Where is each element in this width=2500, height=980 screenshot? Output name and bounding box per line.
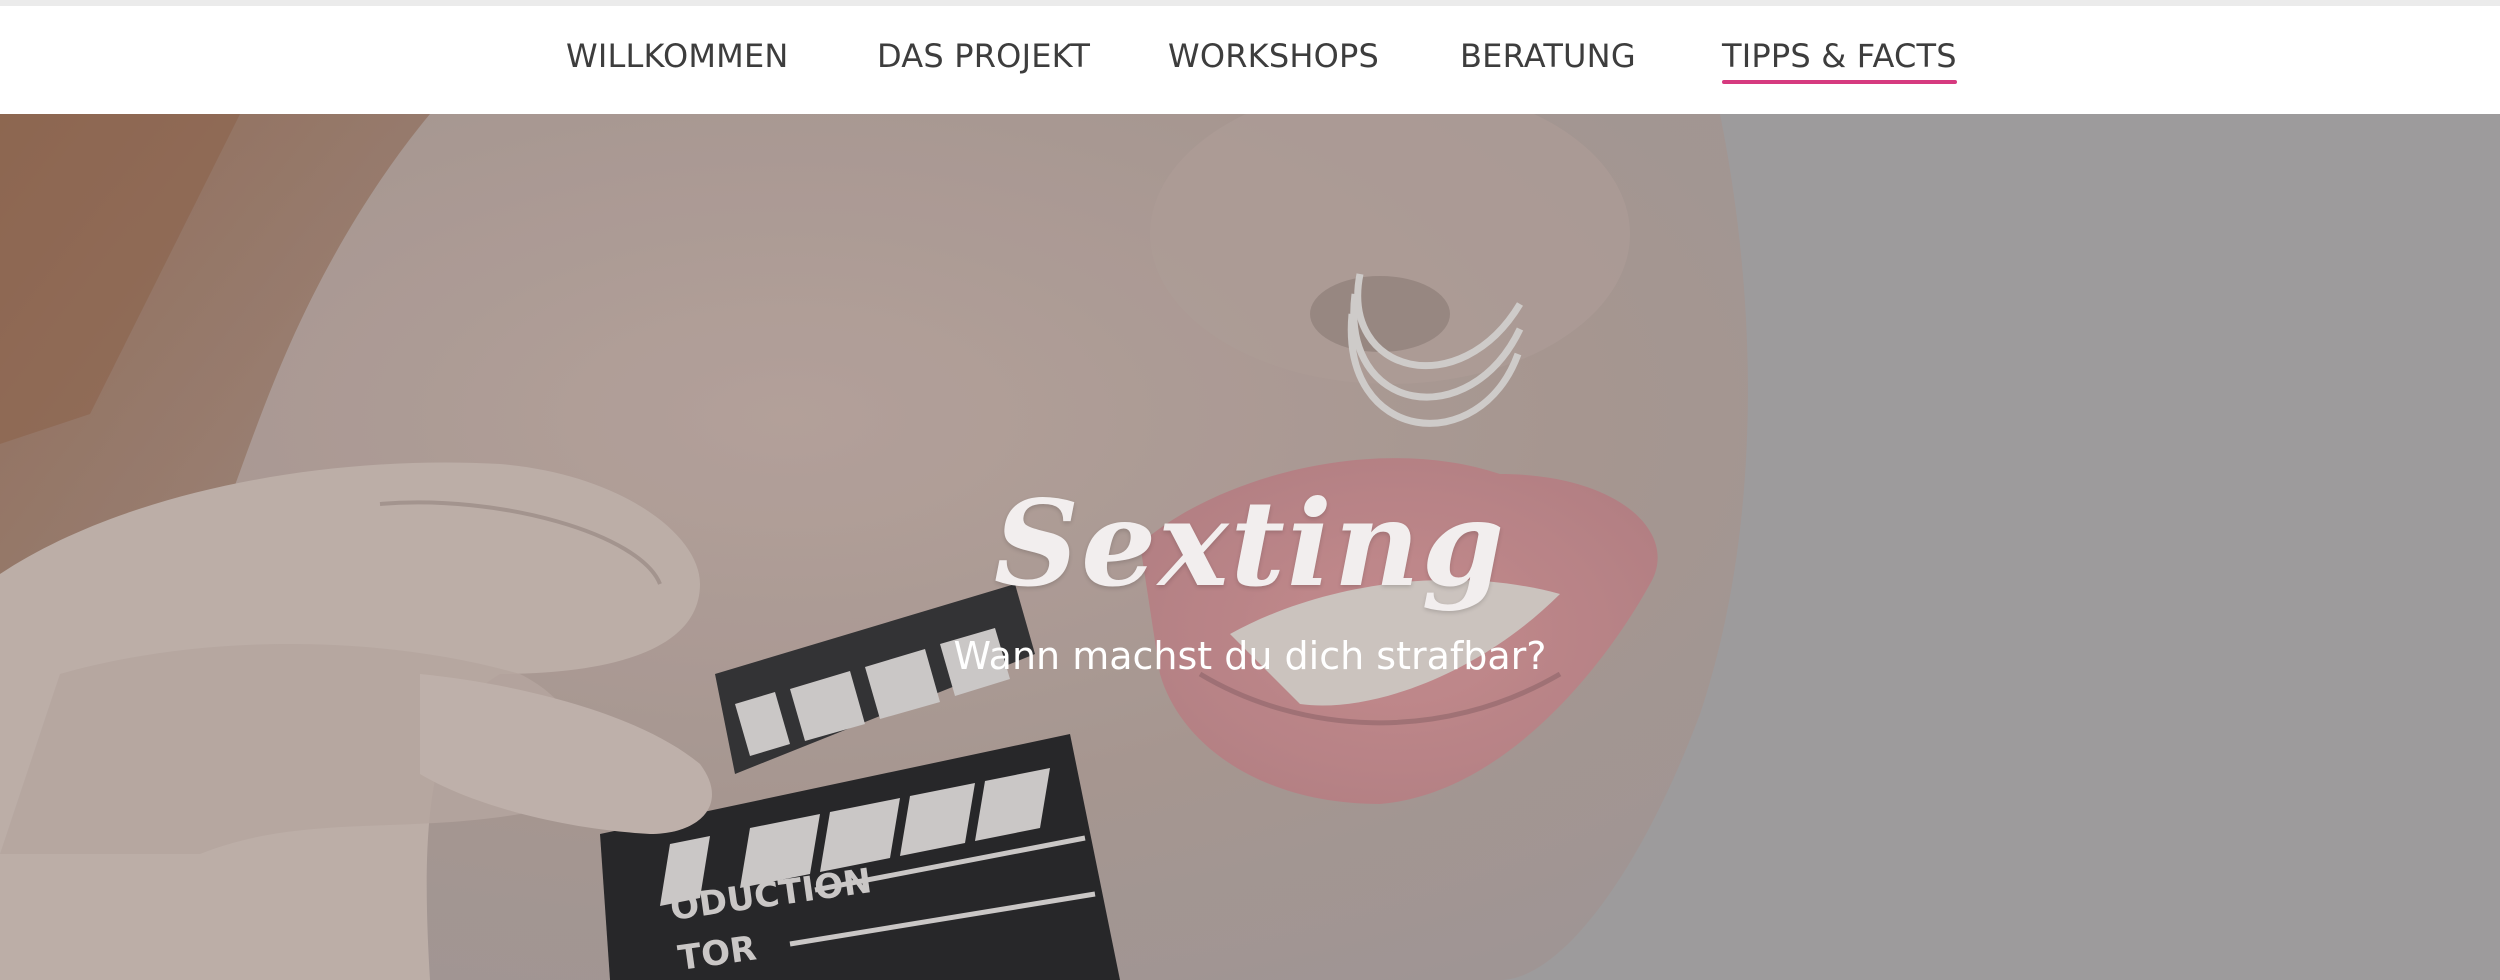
nav-item-label: WILLKOMMEN <box>566 37 789 75</box>
nav-list: WILLKOMMEN DAS PROJEKT WORKSHOPS BERATUN… <box>0 6 2500 114</box>
nav-item-tipps-facts[interactable]: TIPPS & FACTS <box>1722 36 1957 86</box>
nav-item-label: DAS PROJEKT <box>877 37 1091 75</box>
nav-item-workshops[interactable]: WORKSHOPS <box>1168 36 1379 86</box>
hero-banner: ODUCTION TOR Sexting Wann machst du dich… <box>0 114 2500 980</box>
hero-title: Sexting <box>993 474 1507 613</box>
nav-item-das-projekt[interactable]: DAS PROJEKT <box>877 36 1090 86</box>
nav-item-label: TIPPS & FACTS <box>1722 37 1957 75</box>
nav-item-label: WORKSHOPS <box>1168 37 1380 75</box>
main-navigation: WILLKOMMEN DAS PROJEKT WORKSHOPS BERATUN… <box>0 6 2500 114</box>
nav-item-willkommen[interactable]: WILLKOMMEN <box>566 36 789 86</box>
nav-item-beratung[interactable]: BERATUNG <box>1460 36 1636 86</box>
hero-subtitle: Wann machst du dich strafbar? <box>953 634 1547 678</box>
active-indicator <box>1722 80 1957 84</box>
nav-item-label: BERATUNG <box>1460 37 1636 75</box>
